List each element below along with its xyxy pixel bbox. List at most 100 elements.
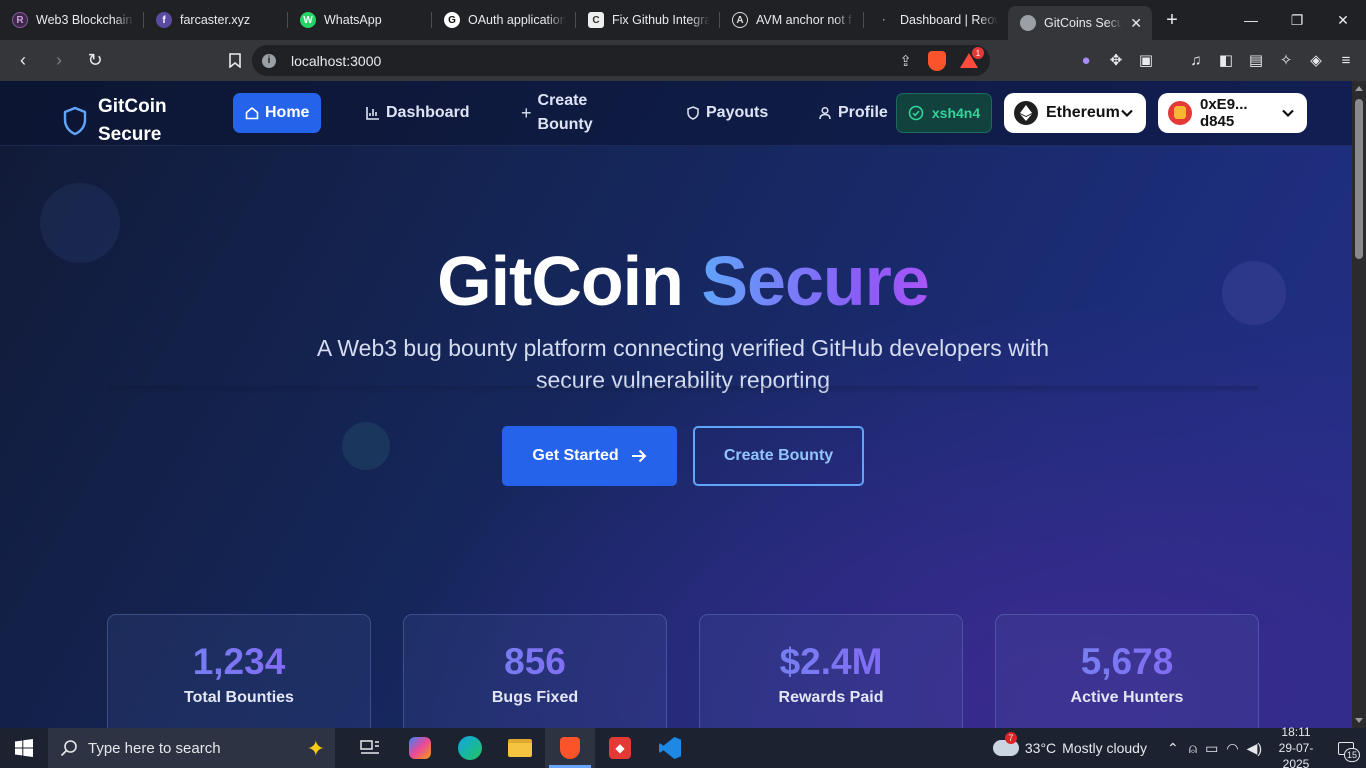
menu-icon[interactable]: ≡ — [1331, 49, 1361, 71]
shield-icon — [63, 106, 87, 136]
claude-icon: C — [588, 12, 604, 28]
tab-favicon-icon: R — [12, 12, 28, 28]
stat-label: Rewards Paid — [778, 689, 884, 706]
tab-title: WhatsApp — [324, 13, 382, 27]
check-circle-icon — [908, 105, 924, 121]
copilot-sparkle-icon: ✦ — [306, 736, 325, 761]
media-icon[interactable]: ♫ — [1181, 49, 1211, 71]
clock[interactable]: 18:11 29-07-2025 — [1266, 724, 1326, 768]
stat-value: 1,234 — [108, 641, 370, 683]
leo-ai-icon[interactable]: ✧ — [1271, 49, 1301, 71]
puzzle-icon[interactable]: ✥ — [1101, 49, 1131, 71]
back-icon[interactable]: ‹ — [8, 46, 38, 76]
hero-divider — [108, 386, 1258, 394]
notification-center-icon[interactable]: 15 — [1326, 728, 1366, 768]
stat-card-rewards-paid: $2.4M Rewards Paid — [699, 614, 963, 728]
nav-profile[interactable]: Profile — [818, 93, 888, 133]
new-tab-button[interactable]: + — [1152, 9, 1192, 32]
vscode-icon[interactable] — [645, 728, 695, 768]
hero-title: GitCoin Secure — [437, 242, 930, 320]
browser-tab-active[interactable]: GitCoins Secu ✕ — [1008, 6, 1152, 40]
vpn-icon[interactable]: ◈ — [1301, 49, 1331, 71]
stat-label: Total Bounties — [184, 689, 294, 706]
weather-widget[interactable]: 7 33°C Mostly cloudy — [992, 732, 1147, 756]
file-explorer-icon[interactable] — [495, 728, 545, 768]
page-scrollbar[interactable] — [1352, 81, 1366, 728]
start-button[interactable] — [0, 728, 48, 768]
chatgpt-icon: A — [732, 12, 748, 28]
nav-payouts[interactable]: Payouts — [686, 93, 768, 133]
browser-tab[interactable]: A AVM anchor not f — [720, 0, 864, 40]
stat-value: $2.4M — [700, 641, 962, 683]
create-bounty-button[interactable]: Create Bounty — [693, 426, 864, 486]
shield-outline-icon — [687, 106, 699, 120]
whatsapp-icon: W — [300, 12, 316, 28]
search-icon — [60, 740, 77, 757]
brave-shields-icon[interactable] — [928, 51, 946, 71]
notification-badge: 1 — [972, 47, 984, 59]
wifi-icon[interactable]: ◠ — [1226, 740, 1238, 757]
forward-icon[interactable]: › — [44, 46, 74, 76]
tab-title: Fix Github Integra — [612, 13, 710, 27]
close-tab-icon[interactable]: ✕ — [1130, 15, 1142, 32]
notification-count-badge: 15 — [1344, 748, 1360, 762]
system-tray: 7 33°C Mostly cloudy ⌃ ⍝ ▭ ◠ ◀) 18:11 29… — [992, 725, 1366, 768]
nav-dashboard[interactable]: Dashboard — [366, 93, 470, 133]
weather-badge: 7 — [1004, 732, 1017, 744]
stat-label: Active Hunters — [1070, 689, 1184, 706]
browser-tab[interactable]: W WhatsApp — [288, 0, 432, 40]
stat-value: 856 — [404, 641, 666, 683]
volume-icon[interactable]: ◀) — [1247, 740, 1262, 757]
nav-create-bounty[interactable]: + Create Bounty — [521, 92, 593, 133]
minimize-icon[interactable]: — — [1228, 0, 1274, 40]
brand-logo[interactable]: GitCoin Secure — [62, 93, 178, 149]
close-window-icon[interactable]: ✕ — [1320, 0, 1366, 40]
arrow-right-icon — [631, 449, 647, 463]
taskbar-search[interactable]: Type here to search ✦ — [48, 728, 335, 768]
capture-icon[interactable]: ▣ — [1131, 49, 1161, 71]
chevron-down-icon — [1282, 109, 1294, 118]
bar-chart-icon — [366, 107, 379, 120]
network-selector[interactable]: Ethereum — [1004, 93, 1146, 133]
task-view-icon[interactable] — [345, 728, 395, 768]
wallet-icon[interactable]: ▤ — [1241, 49, 1271, 71]
browser-toolbar: ‹ › ↻ i localhost:3000 ⇪ 1 ● ✥ ▣ ♫ ◧ ▤ ✧… — [0, 40, 1366, 81]
address-bar[interactable]: i localhost:3000 ⇪ 1 — [252, 45, 990, 76]
battery-icon[interactable]: ▭ — [1205, 740, 1218, 757]
copilot-icon[interactable] — [395, 728, 445, 768]
edge-icon[interactable] — [445, 728, 495, 768]
scroll-up-icon[interactable] — [1355, 86, 1363, 91]
get-started-button[interactable]: Get Started — [502, 426, 677, 486]
restore-icon[interactable]: ❐ — [1274, 0, 1320, 40]
browser-tab[interactable]: R Web3 Blockchain I — [0, 0, 144, 40]
scroll-thumb[interactable] — [1355, 99, 1363, 259]
stat-card-bugs-fixed: 856 Bugs Fixed — [403, 614, 667, 728]
sidebar-icon[interactable]: ◧ — [1211, 49, 1241, 71]
bookmark-icon[interactable] — [220, 46, 250, 76]
git-client-icon[interactable]: ◆ — [595, 728, 645, 768]
github-verified-badge[interactable]: xsh4n4 — [896, 93, 992, 133]
browser-tab[interactable]: · Dashboard | Reow — [864, 0, 1008, 40]
browser-tab[interactable]: C Fix Github Integra — [576, 0, 720, 40]
loading-icon: · — [882, 14, 886, 26]
github-icon: G — [444, 12, 460, 28]
reload-icon[interactable]: ↻ — [80, 46, 110, 76]
scroll-down-icon[interactable] — [1355, 718, 1363, 723]
brave-browser-icon[interactable] — [545, 728, 595, 768]
chevron-up-icon[interactable]: ⌃ — [1167, 740, 1179, 757]
meet-now-icon[interactable]: ⍝ — [1189, 740, 1197, 757]
wallet-account-button[interactable]: 0xE9... d845 — [1158, 93, 1307, 133]
wallet-avatar — [1168, 101, 1192, 125]
browser-tab[interactable]: G OAuth application — [432, 0, 576, 40]
tab-title: GitCoins Secu — [1044, 16, 1123, 30]
tab-title: AVM anchor not f — [756, 13, 852, 27]
stat-card-total-bounties: 1,234 Total Bounties — [107, 614, 371, 728]
browser-tab[interactable]: f farcaster.xyz — [144, 0, 288, 40]
share-icon[interactable]: ⇪ — [899, 52, 912, 70]
extension-icon[interactable]: ● — [1071, 49, 1101, 71]
url-text[interactable]: localhost:3000 — [291, 53, 381, 69]
page-viewport: GitCoin Secure Home Dashboard + Create B… — [0, 81, 1352, 728]
stat-label: Bugs Fixed — [491, 689, 579, 706]
site-info-icon[interactable]: i — [262, 53, 276, 68]
nav-home[interactable]: Home — [233, 93, 322, 133]
